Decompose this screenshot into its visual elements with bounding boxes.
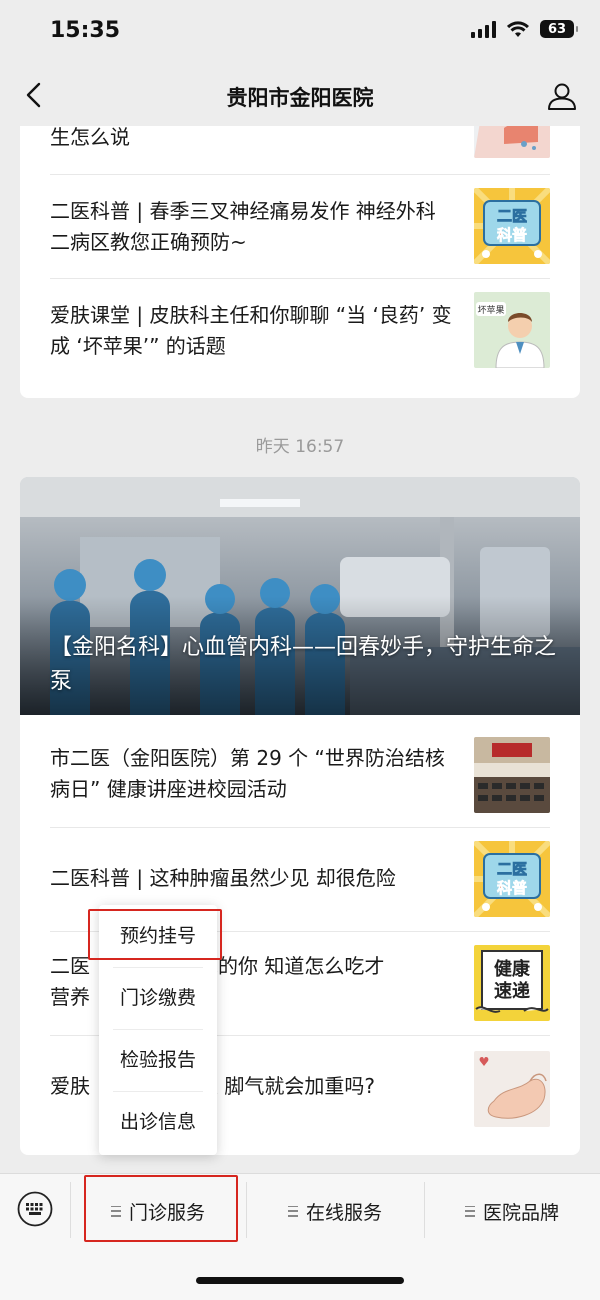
lecture-photo-thumbnail: [474, 737, 550, 813]
submenu-item-clinic-schedule[interactable]: 出诊信息: [99, 1091, 217, 1153]
highlight-box-appointment: [88, 909, 222, 960]
thumb-text-1: 二医: [497, 207, 527, 225]
article-title-left: 爱肤: [50, 1074, 90, 1098]
article-item[interactable]: 爱肤课堂 | 皮肤科主任和你聊聊 “当 ‘良药’ 变成 ‘坏苹果’” 的话题 坏…: [50, 292, 550, 372]
hero-article[interactable]: 【金阳名科】心血管内科——回春妙手，守护生命之泵: [20, 477, 580, 715]
divider: [50, 278, 550, 279]
divider: [50, 827, 550, 828]
status-bar: 15:35 63: [0, 0, 600, 66]
divider: [50, 174, 550, 175]
submenu-item-lab-report[interactable]: 检验报告: [99, 1029, 217, 1091]
article-item[interactable]: 二医科普 | 春季三叉神经痛易发作 神经外科二病区教您正确预防~ 二医 科普: [50, 188, 550, 268]
thumb-text-2: 速递: [494, 980, 530, 1002]
science-thumbnail: 二医 科普: [474, 841, 550, 917]
article-title: 二医科普 | 春季三叉神经痛易发作 神经外科二病区教您正确预防~: [50, 199, 436, 254]
health-express-thumbnail: 健康 速递: [474, 945, 550, 1021]
article-title: 市二医（金阳医院）第 29 个 “世界防治结核病日” 健康讲座进校园活动: [50, 746, 445, 801]
wifi-icon: [507, 21, 529, 37]
status-time: 15:35: [50, 18, 121, 43]
menu-lines-icon: [287, 1205, 298, 1217]
page-title: 贵阳市金阳医院: [226, 86, 374, 110]
article-title-left: 二医: [50, 954, 90, 978]
science-thumbnail: 二医 科普: [474, 188, 550, 264]
battery-icon: 63: [540, 20, 578, 38]
thumb-text-1: 健康: [494, 958, 531, 980]
thumb-text-2: 科普: [497, 879, 527, 897]
thumb-text: 坏苹果: [477, 304, 504, 316]
highlight-box-outpatient: [84, 1175, 238, 1242]
menu-online-service[interactable]: 在线服务: [246, 1184, 424, 1238]
battery-level: 63: [547, 21, 567, 37]
foot-thumbnail: [474, 1051, 550, 1127]
article-title-right: 天 脚气就会加重吗?: [198, 1074, 375, 1098]
article-title-line2: 营养: [50, 985, 90, 1009]
signal-icon: [471, 20, 496, 38]
menu-lines-icon: [464, 1205, 475, 1217]
submenu-item-payment[interactable]: 门诊缴费: [99, 967, 217, 1029]
article-title: 爱肤课堂 | 皮肤科主任和你聊聊 “当 ‘良药’ 变成 ‘坏苹果’” 的话题: [50, 303, 452, 358]
status-icons: 63: [471, 20, 578, 38]
thumb-text-1: 二医: [497, 860, 527, 878]
menu-hospital-brand[interactable]: 医院品牌: [424, 1184, 600, 1238]
keyboard-icon[interactable]: [17, 1191, 53, 1227]
article-card-1: 生怎么说 二医科普 | 春季三叉神经痛易发作 神经外科二病区教您正确预防~ 二医…: [20, 126, 580, 398]
message-timestamp: 昨天 16:57: [255, 437, 345, 457]
menu-label: 医院品牌: [482, 1201, 559, 1224]
map-thumbnail: [474, 126, 550, 158]
home-indicator[interactable]: [196, 1277, 404, 1284]
article-title: 生怎么说: [50, 126, 130, 149]
menu-label: 在线服务: [305, 1201, 382, 1224]
thumb-text-2: 科普: [497, 226, 527, 244]
hero-title: 【金阳名科】心血管内科——回春妙手，守护生命之泵: [50, 635, 557, 694]
nav-bar: 贵阳市金阳医院: [0, 66, 600, 126]
doctor-thumbnail: 坏苹果: [474, 292, 550, 368]
article-item[interactable]: 市二医（金阳医院）第 29 个 “世界防治结核病日” 健康讲座进校园活动: [50, 735, 550, 815]
article-title: 二医科普 | 这种肿瘤虽然少见 却很危险: [50, 866, 396, 890]
profile-icon[interactable]: [546, 80, 578, 112]
